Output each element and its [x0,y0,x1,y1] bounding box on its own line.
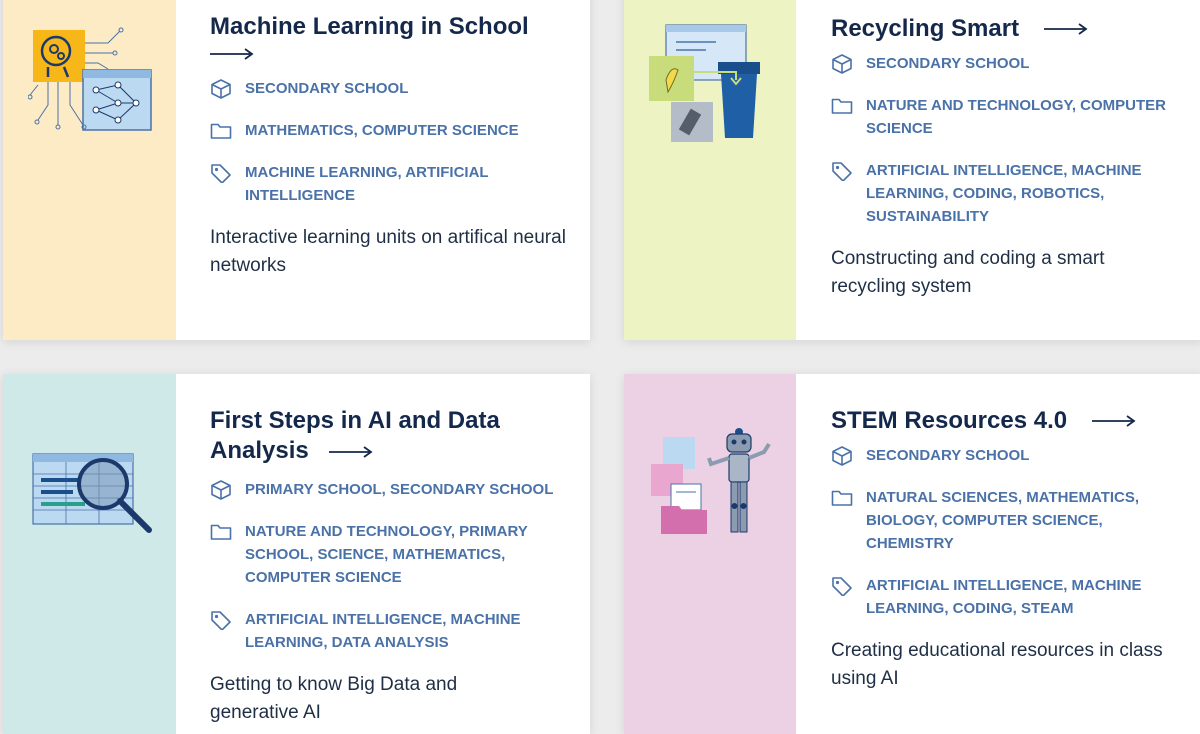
card-image-panel [3,374,176,734]
recycling-illustration [649,24,760,142]
data-analysis-illustration [32,453,152,533]
tags: ARTIFICIAL INTELLIGENCE, MACHINE LEARNIN… [210,608,545,654]
school-level: SECONDARY SCHOOL [831,52,1184,75]
card-content: First Steps in AI and Data Analysis PRIM… [210,374,570,727]
card-title[interactable]: Machine Learning in School [210,12,570,42]
tag-icon [211,164,231,183]
card-description: Getting to know Big Data and generative … [210,674,458,723]
subjects-text: NATURAL SCIENCES, MATHEMATICS, BIOLOGY, … [866,489,1140,552]
folder-icon [831,98,853,114]
subjects-text: NATURE AND TECHNOLOGY, COMPUTER SCIENCE [866,97,1166,137]
subjects: MATHEMATICS, COMPUTER SCIENCE [210,119,570,142]
cube-icon [211,480,231,500]
card-title-link[interactable]: Machine Learning in School [210,12,570,42]
subjects: NATURAL SCIENCES, MATHEMATICS, BIOLOGY, … [831,486,1186,555]
school-level: SECONDARY SCHOOL [210,77,570,100]
tag-icon [832,162,852,181]
tags-text: MACHINE LEARNING, ARTIFICIAL INTELLIGENC… [245,164,489,204]
cube-icon [211,79,231,99]
card-image-panel [624,0,796,340]
card-content: Recycling Smart SECONDARY SCHOOL NATURE … [831,0,1184,301]
card-image-panel [624,374,796,734]
school-level-text: PRIMARY SCHOOL, SECONDARY SCHOOL [245,481,554,498]
robot-illustration [651,428,771,534]
card-title[interactable]: STEM Resources 4.0 [831,407,1074,434]
school-level-text: SECONDARY SCHOOL [245,80,409,97]
arrow-right-icon[interactable] [1091,415,1136,427]
cube-icon [832,446,852,466]
tag-icon [832,577,852,596]
tags-text: ARTIFICIAL INTELLIGENCE, MACHINE LEARNIN… [245,611,521,651]
course-card-first-steps-ai[interactable]: First Steps in AI and Data Analysis PRIM… [3,374,590,734]
tags: ARTIFICIAL INTELLIGENCE, MACHINE LEARNIN… [831,159,1166,228]
card-description: Constructing and coding a smart recyclin… [831,248,1105,297]
arrow-right-icon[interactable] [210,48,254,60]
subjects: NATURE AND TECHNOLOGY, COMPUTER SCIENCE [831,94,1176,140]
course-card-stem-resources[interactable]: STEM Resources 4.0 SECONDARY SCHOOL NATU… [624,374,1200,734]
subjects-text: MATHEMATICS, COMPUTER SCIENCE [245,122,519,139]
card-title-text[interactable]: Recycling Smart [831,15,1019,42]
card-description: Creating educational resources in class … [831,640,1163,689]
card-description: Interactive learning units on artifical … [210,227,566,276]
school-level-text: SECONDARY SCHOOL [866,55,1030,72]
subjects: NATURE AND TECHNOLOGY, PRIMARY SCHOOL, S… [210,520,535,589]
card-title[interactable]: Recycling Smart [831,15,1026,42]
cube-icon [832,54,852,74]
tags-text: ARTIFICIAL INTELLIGENCE, MACHINE LEARNIN… [866,577,1142,617]
course-card-recycling-smart[interactable]: Recycling Smart SECONDARY SCHOOL NATURE … [624,0,1200,340]
machine-learning-illustration [28,27,152,131]
school-level-text: SECONDARY SCHOOL [866,447,1030,464]
school-level: SECONDARY SCHOOL [831,444,1184,467]
arrow-right-icon[interactable] [1043,23,1088,35]
subjects-text: NATURE AND TECHNOLOGY, PRIMARY SCHOOL, S… [245,523,528,586]
tags-text: ARTIFICIAL INTELLIGENCE, MACHINE LEARNIN… [866,162,1142,225]
tags: ARTIFICIAL INTELLIGENCE, MACHINE LEARNIN… [831,574,1166,620]
folder-icon [210,524,232,540]
folder-icon [210,123,232,139]
card-content: STEM Resources 4.0 SECONDARY SCHOOL NATU… [831,374,1184,693]
folder-icon [831,490,853,506]
tag-icon [211,611,231,630]
card-image-panel [3,0,176,340]
card-title-text[interactable]: STEM Resources 4.0 [831,407,1067,434]
arrow-right-icon[interactable] [329,446,373,458]
tags: MACHINE LEARNING, ARTIFICIAL INTELLIGENC… [210,161,570,207]
card-content: Machine Learning in School SECONDARY SCH… [210,0,570,280]
course-card-machine-learning[interactable]: Machine Learning in School SECONDARY SCH… [3,0,590,340]
school-level: PRIMARY SCHOOL, SECONDARY SCHOOL [210,478,570,501]
